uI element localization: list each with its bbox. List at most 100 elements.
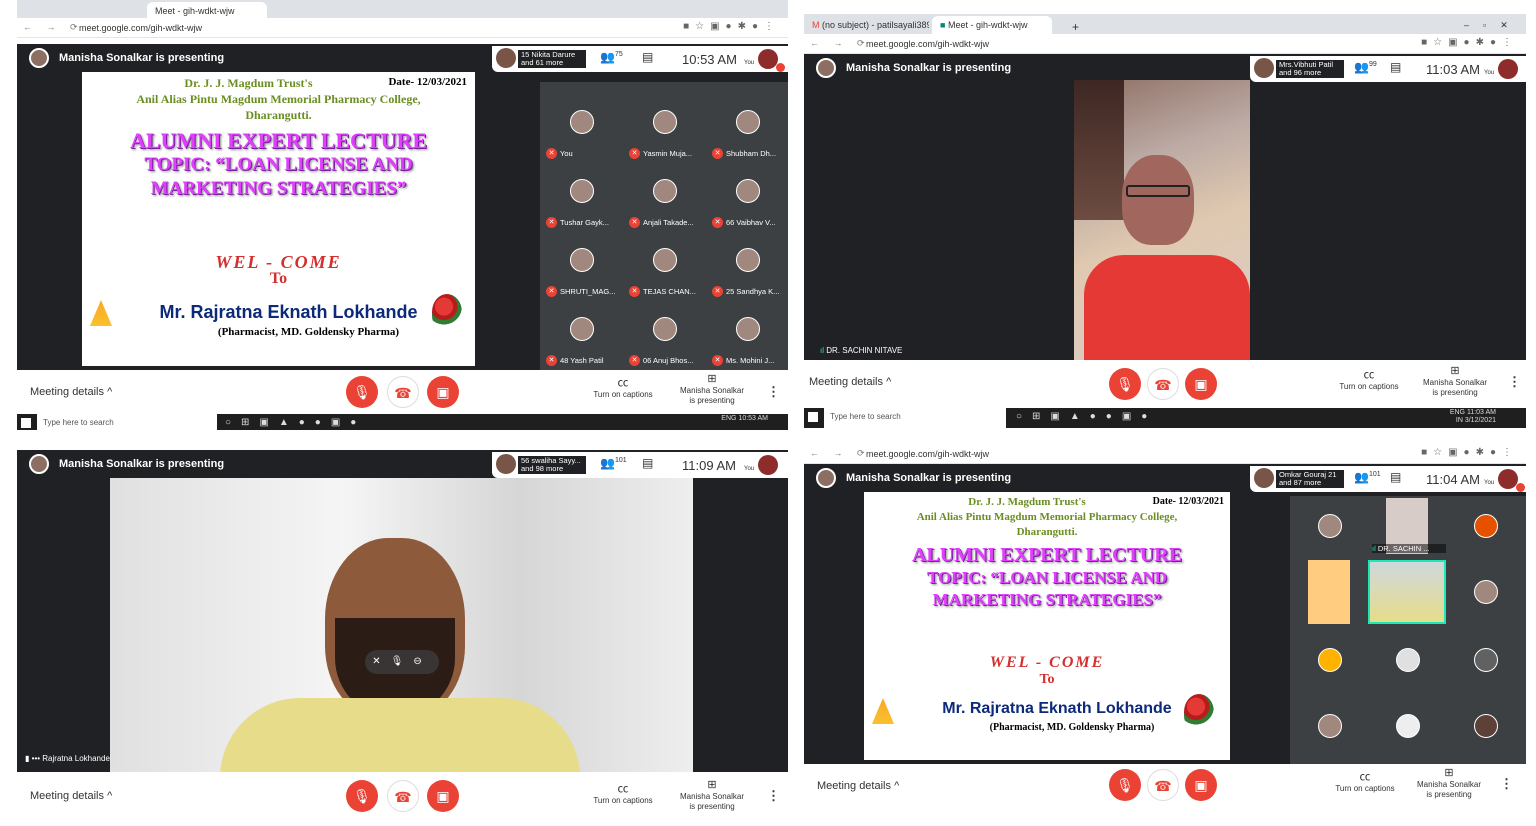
participant-tile[interactable] (1368, 692, 1448, 757)
participant-tile[interactable]: ✕ 48 Yash Patil (542, 307, 622, 372)
participant-tile[interactable] (1290, 560, 1370, 625)
camera-off-button[interactable]: ▣ (427, 780, 459, 812)
participant-tile[interactable]: ✕ Shubham Dh... (708, 100, 788, 165)
present-button[interactable]: ⊞ Manisha Sonalkar is presenting (677, 374, 747, 406)
participant-tile[interactable]: ✕ TEJAS CHAN... (625, 238, 705, 303)
participant-tile[interactable]: ✕ SHRUTI_MAG... (542, 238, 622, 303)
people-icon[interactable]: 👥75 (600, 50, 623, 64)
chat-icon[interactable]: ▤ (1390, 60, 1401, 74)
people-icon[interactable]: 👥101 (1354, 470, 1381, 484)
address-bar[interactable]: ← → ⟳ meet.google.com/gih-wdkt-wjw ■☆▣●✱… (804, 444, 1526, 464)
participant-avatar (736, 179, 760, 203)
camera-off-button[interactable]: ▣ (427, 376, 459, 408)
taskbar-lang: ENG (1449, 409, 1465, 416)
meet-window-3: Manisha Sonalkar is presenting 56 swalih… (17, 440, 788, 826)
leave-call-button[interactable]: ☎ (1147, 368, 1179, 400)
meeting-details-button[interactable]: Meeting details ^ (809, 376, 891, 388)
more-options-icon[interactable]: ⋮ (767, 384, 780, 400)
present-button[interactable]: ⊞ Manisha Sonalkar is presenting (1414, 768, 1484, 800)
tile-hover-controls[interactable]: ✕🎙⊖ (365, 650, 439, 674)
taskbar-lang: ENG (721, 415, 737, 422)
mic-off-button[interactable]: 🎙 (1109, 368, 1141, 400)
people-icon[interactable]: 👥99 (1354, 60, 1377, 74)
url-text[interactable]: meet.google.com/gih-wdkt-wjw (866, 39, 989, 49)
participant-tile[interactable] (1290, 496, 1370, 556)
mic-off-button[interactable]: 🎙 (346, 780, 378, 812)
extension-icons[interactable]: ■☆▣●✱●⋮ (1421, 447, 1518, 458)
participant-tile[interactable]: ✕ 25 Sandhya K... (708, 238, 788, 303)
present-button[interactable]: ⊞ Manisha Sonalkar is presenting (1420, 366, 1490, 398)
taskbar-apps[interactable]: ○⊞▣▲●●▣● (1016, 411, 1157, 422)
window-controls[interactable]: –▫✕ (1456, 16, 1526, 34)
self-avatar[interactable] (1498, 469, 1518, 489)
nav-icons[interactable]: ← → ⟳ (810, 448, 871, 459)
mic-off-button[interactable]: 🎙 (1109, 769, 1141, 801)
extension-icons[interactable]: ■☆▣●✱●⋮ (683, 21, 780, 32)
participant-tile-active[interactable] (1368, 560, 1448, 625)
participant-name: Ms. Mohini J... (726, 356, 775, 365)
participant-tile[interactable] (1446, 496, 1526, 556)
address-bar[interactable]: ← → ⟳ meet.google.com/gih-wdkt-wjw ■☆▣●✱… (17, 18, 788, 38)
participant-tile[interactable]: ✕ You (542, 100, 622, 165)
windows-start-icon[interactable] (21, 418, 31, 428)
nav-icons[interactable]: ← → ⟳ (810, 38, 871, 49)
participant-name: 48 Yash Patil (560, 356, 604, 365)
meet-window-4: ← → ⟳ meet.google.com/gih-wdkt-wjw ■☆▣●✱… (804, 444, 1526, 826)
taskbar-clock: ENG 11:03 AM IN 3/12/2021 (1450, 409, 1496, 425)
participant-tile[interactable]: ✕ 66 Vaibhav V... (708, 169, 788, 234)
camera-off-button[interactable]: ▣ (1185, 368, 1217, 400)
more-options-icon[interactable]: ⋮ (1508, 374, 1521, 390)
captions-button[interactable]: ㏄ Turn on captions (1334, 370, 1404, 392)
camera-off-button[interactable]: ▣ (1185, 769, 1217, 801)
mic-off-button[interactable]: 🎙 (346, 376, 378, 408)
chat-icon[interactable]: ▤ (642, 456, 653, 470)
mic-off-icon: ✕ (629, 148, 640, 159)
meeting-details-button[interactable]: Meeting details ^ (30, 790, 112, 802)
captions-button[interactable]: ㏄ Turn on captions (587, 378, 659, 400)
taskbar-search[interactable]: Type here to search (824, 408, 1006, 428)
participant-tile[interactable]: ✕ Tushar Gayk... (542, 169, 622, 234)
participant-tile-speaker[interactable]: ıl DR. SACHIN ... (1368, 496, 1448, 556)
participant-tile[interactable]: ✕ Ms. Mohini J... (708, 307, 788, 372)
url-text[interactable]: meet.google.com/gih-wdkt-wjw (866, 449, 989, 459)
others-label: Mrs.Vibhuti Patil and 96 more (1276, 60, 1344, 78)
meet-area: Manisha Sonalkar is presenting Omkar Gou… (804, 464, 1526, 764)
captions-button[interactable]: ㏄ Turn on captions (1330, 772, 1400, 794)
participant-tile[interactable] (1368, 628, 1448, 693)
leave-call-button[interactable]: ☎ (1147, 769, 1179, 801)
chat-icon[interactable]: ▤ (1390, 470, 1401, 484)
more-options-icon[interactable]: ⋮ (767, 788, 780, 804)
taskbar-apps[interactable]: ○⊞▣▲●●▣● (225, 417, 366, 428)
participant-tile[interactable] (1446, 692, 1526, 757)
self-avatar[interactable] (1498, 59, 1518, 79)
address-bar[interactable]: ← → ⟳ meet.google.com/gih-wdkt-wjw ■☆▣●✱… (804, 34, 1526, 54)
meeting-details-button[interactable]: Meeting details ^ (817, 780, 899, 792)
chat-icon[interactable]: ▤ (642, 50, 653, 64)
browser-tab-meet[interactable]: ■ Meet - gih-wdkt-wjw (932, 16, 1052, 34)
more-options-icon[interactable]: ⋮ (1500, 776, 1513, 792)
participant-tile[interactable] (1446, 628, 1526, 693)
new-tab-button[interactable]: + (1064, 16, 1084, 34)
participant-grid: ✕ You ✕ Yasmin Muja... ✕ Shubham Dh... ✕ Tus… (540, 82, 788, 370)
nav-icons[interactable]: ← → ⟳ (23, 22, 84, 33)
meeting-details-button[interactable]: Meeting details ^ (30, 386, 112, 398)
participant-tile[interactable] (1290, 628, 1370, 693)
captions-button[interactable]: ㏄ Turn on captions (587, 784, 659, 806)
participant-tile[interactable] (1446, 560, 1526, 625)
present-button[interactable]: ⊞ Manisha Sonalkar is presenting (677, 780, 747, 812)
participant-tile[interactable]: ✕ Yasmin Muja... (625, 100, 705, 165)
leave-call-button[interactable]: ☎ (387, 376, 419, 408)
participant-tile[interactable]: ✕ 06 Anuj Bhos... (625, 307, 705, 372)
browser-tab-gmail[interactable]: M (no subject) - patilsayali389@gm (804, 16, 929, 34)
leave-call-button[interactable]: ☎ (387, 780, 419, 812)
self-avatar[interactable] (758, 455, 778, 475)
people-icon[interactable]: 👥101 (600, 456, 627, 470)
url-text[interactable]: meet.google.com/gih-wdkt-wjw (79, 23, 202, 33)
self-avatar[interactable] (758, 49, 778, 69)
extension-icons[interactable]: ■☆▣●✱●⋮ (1421, 37, 1518, 48)
windows-start-icon[interactable] (808, 412, 818, 422)
taskbar-search[interactable]: Type here to search (37, 414, 217, 430)
participant-tile[interactable] (1290, 692, 1370, 757)
meet-topbar: Manisha Sonalkar is presenting Mrs.Vibhu… (804, 54, 1526, 82)
participant-tile[interactable]: ✕ Anjali Takade... (625, 169, 705, 234)
